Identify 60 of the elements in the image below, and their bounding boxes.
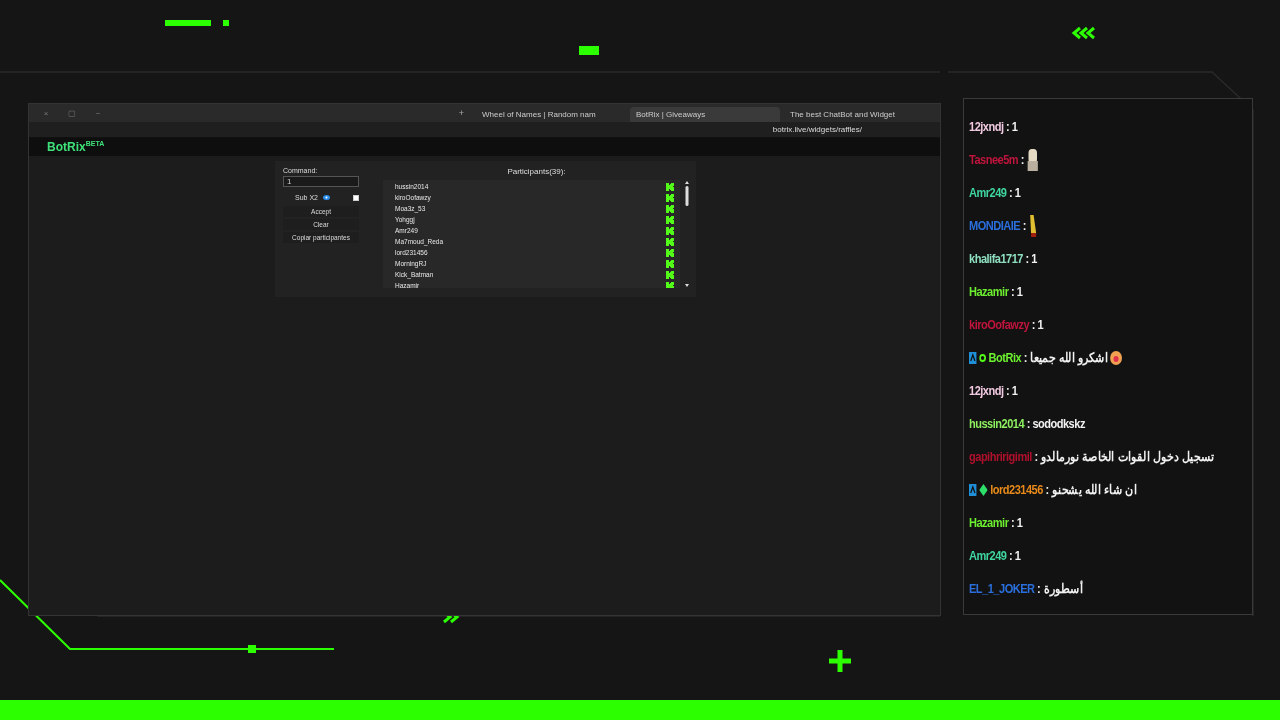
chat-username: 12jxndj bbox=[969, 119, 1004, 134]
diamond-badge-icon bbox=[979, 483, 988, 496]
chat-message: : bbox=[1020, 152, 1024, 167]
face-emote-icon bbox=[1110, 349, 1123, 366]
chat-username: hussin2014 bbox=[969, 416, 1025, 431]
chat-username: Hazamir bbox=[969, 284, 1009, 299]
chat-message: : 1 bbox=[1011, 515, 1023, 530]
chat-message: : تسجيل دخول القوات الخاصة نورمالدو bbox=[1034, 449, 1215, 464]
chat-username: EL_1_JOKER bbox=[969, 581, 1035, 596]
chat-message: : 1 bbox=[1009, 548, 1021, 563]
kick-icon bbox=[666, 182, 674, 191]
chat-message: : 1 bbox=[1006, 383, 1018, 398]
chat-message: : ان شاء الله يشحنو bbox=[1045, 482, 1138, 497]
site-logo[interactable]: BotRix bbox=[47, 140, 86, 154]
kick-icon bbox=[666, 193, 674, 202]
gear-badge-icon bbox=[979, 353, 986, 362]
chat-message: : اشكرو الله جميعا bbox=[1023, 350, 1108, 365]
browser-tab[interactable]: The best ChatBot and Widget bbox=[784, 107, 934, 122]
scrollbar-icon[interactable] bbox=[684, 180, 690, 288]
address-field[interactable]: botrix.live/widgets/raffles/ bbox=[772, 125, 862, 134]
chat-message: : 1 bbox=[1006, 119, 1018, 134]
chat-message: : 1 bbox=[1031, 317, 1043, 332]
eye-icon bbox=[323, 195, 330, 200]
chat-username: 12jxndj bbox=[969, 383, 1004, 398]
command-input[interactable]: 1 bbox=[283, 176, 359, 187]
chat-username: gapihririgimil bbox=[969, 449, 1032, 464]
bot-badge-icon bbox=[969, 483, 977, 496]
kick-icon bbox=[666, 259, 674, 268]
chat-message: : 1 bbox=[1025, 251, 1037, 266]
chat-username: Amr249 bbox=[969, 548, 1007, 563]
chat-username: BotRix bbox=[988, 350, 1022, 365]
chevrons-left-icon bbox=[1071, 26, 1096, 40]
bottle-emote-icon bbox=[1028, 214, 1037, 237]
chat-username: Tasnee5m bbox=[969, 152, 1019, 167]
browser-tab[interactable]: Wheel of Names | Random nam bbox=[476, 107, 626, 122]
chat-message: : 1 bbox=[1009, 185, 1021, 200]
bot-badge-icon bbox=[969, 351, 977, 364]
chat-message: : أسطورة bbox=[1037, 581, 1083, 596]
plus-icon bbox=[826, 647, 854, 675]
kick-icon bbox=[666, 237, 674, 246]
figure-emote-icon bbox=[1026, 148, 1039, 171]
chat-message: : 1 bbox=[1011, 284, 1023, 299]
kick-icon bbox=[666, 204, 674, 213]
chat-username: khalifa1717 bbox=[969, 251, 1023, 266]
new-tab-button[interactable]: + bbox=[450, 108, 472, 118]
participants-title: Participants(39): bbox=[507, 167, 566, 176]
chat-username: lord231456 bbox=[990, 482, 1043, 497]
kick-icon bbox=[666, 248, 674, 257]
chat-username: Hazamir bbox=[969, 515, 1009, 530]
chat-username: MONDIAIE bbox=[969, 218, 1021, 233]
kick-icon bbox=[666, 215, 674, 224]
chat-username: kiroOofawzy bbox=[969, 317, 1030, 332]
kick-icon bbox=[666, 281, 674, 288]
browser-tab[interactable]: BotRix | Giveaways bbox=[630, 107, 780, 122]
chat-message: : sododkskz bbox=[1026, 416, 1085, 431]
chat-message: : bbox=[1022, 218, 1026, 233]
chat-username: Amr249 bbox=[969, 185, 1007, 200]
kick-icon bbox=[666, 270, 674, 279]
sub-checkbox[interactable] bbox=[353, 194, 359, 201]
kick-icon bbox=[666, 226, 674, 235]
